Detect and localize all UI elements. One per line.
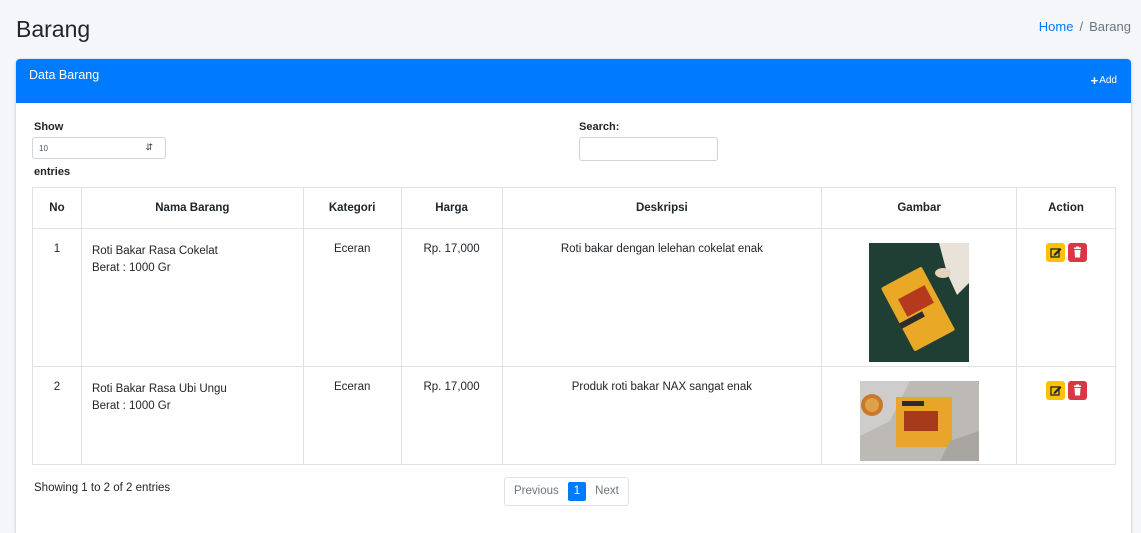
breadcrumb-separator: / <box>1079 19 1084 34</box>
search-label: Search: <box>579 121 620 133</box>
search-input[interactable] <box>579 137 718 161</box>
card-header: Data Barang + Add <box>16 59 1131 103</box>
table-row: 1 Roti Bakar Rasa Cokelat Berat : 1000 G… <box>32 228 1116 367</box>
add-button-label: Add <box>1099 75 1117 86</box>
product-photo-graphic <box>859 381 979 461</box>
select-arrows-icon: ⇵ <box>145 142 153 152</box>
cell-action <box>1016 366 1116 465</box>
cell-nama-barang: Roti Bakar Rasa Cokelat Berat : 1000 Gr <box>80 228 304 367</box>
cell-deskripsi: Produk roti bakar NAX sangat enak <box>501 366 823 465</box>
item-name: Roti Bakar Rasa Ubi Ungu <box>91 383 227 395</box>
cell-no: 1 <box>32 228 82 367</box>
column-header-deskripsi[interactable]: Deskripsi <box>501 187 823 229</box>
table-row: 2 Roti Bakar Rasa Ubi Ungu Berat : 1000 … <box>32 366 1116 465</box>
add-button[interactable]: + Add <box>1090 72 1117 88</box>
breadcrumb-home-link[interactable]: Home <box>1039 19 1074 34</box>
show-label: Show <box>34 121 64 133</box>
plus-icon: + <box>1090 72 1099 88</box>
breadcrumb-current: Barang <box>1089 19 1131 34</box>
edit-icon <box>1049 248 1062 258</box>
product-image <box>869 243 970 362</box>
column-header-kategori[interactable]: Kategori <box>302 187 402 229</box>
trash-icon <box>1073 384 1081 396</box>
column-header-no[interactable]: No <box>32 187 82 229</box>
card-title: Data Barang <box>29 68 100 82</box>
trash-icon <box>1073 246 1081 258</box>
delete-button[interactable] <box>1067 381 1087 400</box>
edit-button[interactable] <box>1045 243 1065 262</box>
column-header-harga[interactable]: Harga <box>400 187 503 229</box>
pagination: Previous 1 Next <box>504 477 629 506</box>
delete-button[interactable] <box>1067 243 1087 262</box>
page-length-select[interactable]: 10 ⇵ <box>32 137 166 159</box>
item-name: Roti Bakar Rasa Cokelat <box>91 245 218 257</box>
data-card: Data Barang + Add Show 10 ⇵ entries Sear… <box>16 59 1131 533</box>
cell-kategori: Eceran <box>302 228 402 367</box>
cell-action <box>1016 228 1116 367</box>
column-header-nama-barang[interactable]: Nama Barang <box>80 187 304 229</box>
cell-gambar <box>821 366 1018 465</box>
product-photo-graphic <box>869 243 970 362</box>
edit-icon <box>1049 386 1062 396</box>
item-weight: Berat : 1000 Gr <box>91 400 171 412</box>
breadcrumb: Home / Barang <box>1039 19 1131 34</box>
column-header-action[interactable]: Action <box>1016 187 1116 229</box>
cell-gambar <box>821 228 1018 367</box>
table-info: Showing 1 to 2 of 2 entries <box>34 482 171 494</box>
data-table: No Nama Barang Kategori Harga Deskripsi … <box>32 187 1116 465</box>
table-header-row: No Nama Barang Kategori Harga Deskripsi … <box>32 187 1116 229</box>
column-header-gambar[interactable]: Gambar <box>821 187 1018 229</box>
cell-nama-barang: Roti Bakar Rasa Ubi Ungu Berat : 1000 Gr <box>80 366 304 465</box>
cell-harga: Rp. 17,000 <box>400 366 503 465</box>
page-title: Barang <box>16 16 91 42</box>
pagination-previous[interactable]: Previous <box>505 478 568 505</box>
cell-no: 2 <box>32 366 82 465</box>
cell-deskripsi: Roti bakar dengan lelehan cokelat enak <box>501 228 823 367</box>
cell-harga: Rp. 17,000 <box>400 228 503 367</box>
item-weight: Berat : 1000 Gr <box>91 262 171 274</box>
cell-kategori: Eceran <box>302 366 402 465</box>
edit-button[interactable] <box>1045 381 1065 400</box>
entries-label: entries <box>34 166 71 178</box>
pagination-page-1[interactable]: 1 <box>567 482 587 501</box>
pagination-next[interactable]: Next <box>586 478 628 505</box>
product-image <box>859 381 979 461</box>
page-length-value: 10 <box>39 144 48 153</box>
